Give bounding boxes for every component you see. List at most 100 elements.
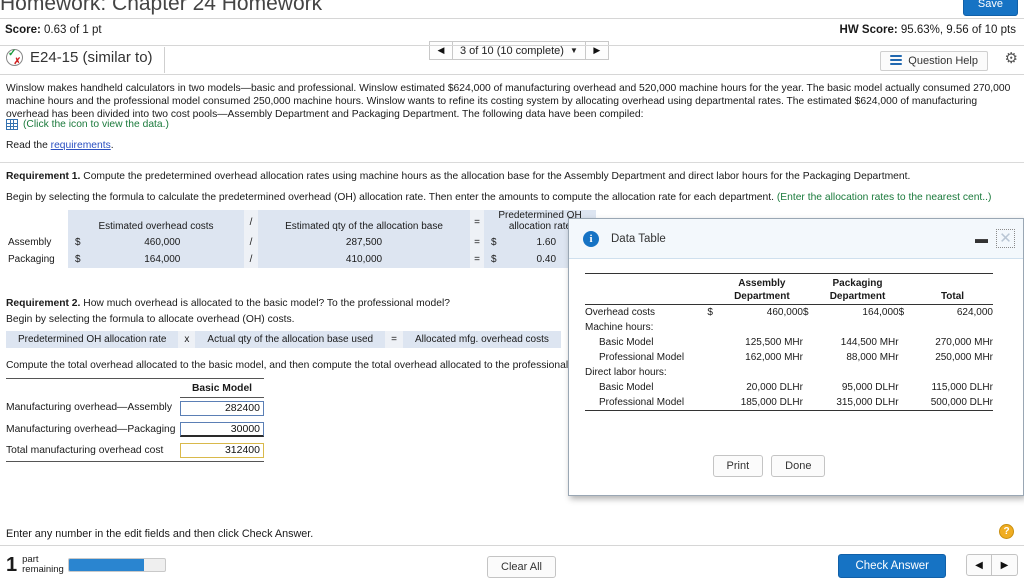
- header-total-line1: [912, 276, 993, 289]
- packaging-overhead-cost: $ 164,000: [68, 251, 244, 268]
- table-header-row: Basic Model: [6, 379, 264, 398]
- print-button[interactable]: Print: [712, 455, 764, 477]
- dl-professional-packaging: 315,000 DLHr: [836, 396, 899, 408]
- department-data-table: Assembly Packaging Department Department…: [585, 273, 993, 412]
- header-allocation-base: Estimated qty of the allocation base: [258, 210, 470, 234]
- table-row: Professional Model 162,000 MHr 88,000 MH…: [585, 350, 993, 365]
- spacer-cell: [585, 276, 707, 289]
- table-grid-icon[interactable]: [6, 119, 18, 130]
- requirement-2-compute-instruction: Compute the total overhead allocated to …: [6, 360, 602, 371]
- parts-label-line2: remaining: [22, 564, 64, 575]
- packaging-cost-value: 164,000: [144, 254, 181, 265]
- mh-basic-assembly: 125,500 MHr: [745, 336, 803, 348]
- packaging-rate-value: 0.40: [536, 254, 557, 265]
- bottom-pager[interactable]: ◀ ▶: [966, 554, 1018, 576]
- label-overhead-packaging: Manufacturing overhead—Packaging: [6, 423, 176, 435]
- requirement-1-instruction: Begin by selecting the formula to calcul…: [6, 192, 991, 203]
- overhead-total-value: 624,000: [956, 306, 993, 318]
- table-row: Assembly $ 460,000 / 287,500 = $ 1.60: [6, 234, 596, 251]
- header-total-line2: Total: [912, 288, 993, 305]
- row-label-dl-professional: Professional Model: [599, 396, 685, 408]
- score-bar: Score: 0.63 of 1 pt ◀ 3 of 10 (10 comple…: [0, 19, 1024, 60]
- exercise-id: E24-15 (similar to): [30, 49, 153, 66]
- parts-label: part remaining: [22, 555, 64, 575]
- dialog-buttons: Print Done: [567, 455, 1023, 477]
- empty-cell: [721, 365, 803, 380]
- formula-multiply-op: x: [178, 331, 196, 348]
- minimize-icon[interactable]: ▬: [975, 232, 988, 245]
- mh-professional-packaging: 88,000 MHr: [846, 351, 899, 363]
- table-row: Professional Model 185,000 DLHr 315,000 …: [585, 395, 993, 411]
- dollar-sign: $: [491, 237, 497, 248]
- save-button[interactable]: Save: [962, 0, 1018, 16]
- score-label: Score:: [5, 24, 41, 36]
- header-overhead-costs: Estimated overhead costs: [68, 210, 244, 234]
- requirement-1-label: Requirement 1.: [6, 171, 81, 182]
- dollar-sign: $: [75, 254, 81, 265]
- empty-cell: [899, 365, 912, 380]
- hw-score-value: 95.63%, 9.56 of 10 pts: [900, 24, 1016, 36]
- empty-cell: [803, 395, 816, 411]
- empty-cell: [803, 380, 816, 395]
- empty-cell: [912, 320, 993, 335]
- list-icon: [890, 55, 903, 67]
- requirement-1-heading: Requirement 1. Compute the predetermined…: [6, 171, 910, 182]
- gear-icon[interactable]: ⚙: [1005, 51, 1018, 66]
- input-overhead-packaging[interactable]: [180, 421, 264, 437]
- requirement-1-text: Compute the predetermined overhead alloc…: [80, 171, 911, 182]
- input-total-overhead[interactable]: [180, 442, 264, 458]
- check-answer-button[interactable]: Check Answer: [838, 554, 946, 578]
- pager-next-icon[interactable]: ▶: [992, 554, 1018, 576]
- progress-bar: [68, 558, 166, 572]
- page-title: Homework: Chapter 24 Homework: [0, 0, 323, 15]
- requirement-1-instruction-text: Begin by selecting the formula to calcul…: [6, 192, 777, 203]
- dollar-sign: $: [75, 237, 81, 248]
- empty-cell: [899, 335, 912, 350]
- spacer-cell: [6, 380, 180, 398]
- view-data-link[interactable]: (Click the icon to view the data.): [6, 119, 169, 130]
- label-overhead-assembly: Manufacturing overhead—Assembly: [6, 402, 172, 414]
- row-label-packaging: Packaging: [6, 251, 68, 268]
- divider-problem: [0, 162, 1024, 163]
- help-icon[interactable]: ?: [999, 524, 1014, 539]
- formula-term-3: Allocated mfg. overhead costs: [402, 331, 561, 348]
- empty-cell: [707, 365, 720, 380]
- info-icon: i: [583, 230, 599, 247]
- mh-professional-total: 250,000 MHr: [935, 351, 993, 363]
- empty-cell: [707, 335, 720, 350]
- row-label-machine-hours: Machine hours:: [585, 321, 654, 333]
- dollar-sign: $: [491, 254, 497, 265]
- clear-all-button[interactable]: Clear All: [487, 556, 556, 578]
- dialog-header: i Data Table ▬ ✕: [569, 219, 1023, 259]
- header-packaging-line1: Packaging: [832, 277, 883, 289]
- packaging-equals-op: =: [470, 251, 484, 268]
- done-button[interactable]: Done: [771, 455, 826, 477]
- dl-professional-total: 500,000 DLHr: [930, 396, 993, 408]
- bottom-toolbar: 1 part remaining Clear All Check Answer …: [0, 545, 1024, 587]
- table-row: Manufacturing overhead—Packaging: [6, 419, 264, 440]
- question-help-button[interactable]: Question Help: [880, 51, 988, 71]
- spacer-sym: [707, 276, 720, 289]
- assembly-divide-op: /: [244, 234, 258, 251]
- requirements-link[interactable]: requirements: [51, 140, 111, 151]
- table-row: Basic Model 125,500 MHr 144,500 MHr 270,…: [585, 335, 993, 350]
- row-label-mh-professional: Professional Model: [599, 351, 685, 363]
- score-value: 0.63 of 1 pt: [44, 24, 102, 36]
- assembly-equals-op: =: [470, 234, 484, 251]
- input-overhead-assembly[interactable]: [180, 400, 264, 416]
- overhead-formula-strip: Predetermined OH allocation rate x Actua…: [6, 331, 561, 348]
- empty-cell: [707, 380, 720, 395]
- dollar-sign: $: [802, 306, 809, 318]
- header-equals-op: =: [470, 210, 484, 234]
- spacer-sym: [899, 276, 912, 289]
- pager-prev-icon[interactable]: ◀: [966, 554, 992, 576]
- hw-score-text: HW Score: 95.63%, 9.56 of 10 pts: [840, 24, 1016, 36]
- read-requirements: Read the requirements.: [6, 140, 114, 151]
- empty-cell: [803, 365, 816, 380]
- requirement-2-text: How much overhead is allocated to the ba…: [80, 298, 450, 309]
- empty-cell: [899, 380, 912, 395]
- header-assembly-line2: Department: [720, 288, 803, 305]
- formula-term-2: Actual qty of the allocation base used: [195, 331, 386, 348]
- empty-cell: [707, 395, 720, 411]
- close-icon[interactable]: ✕: [996, 229, 1015, 248]
